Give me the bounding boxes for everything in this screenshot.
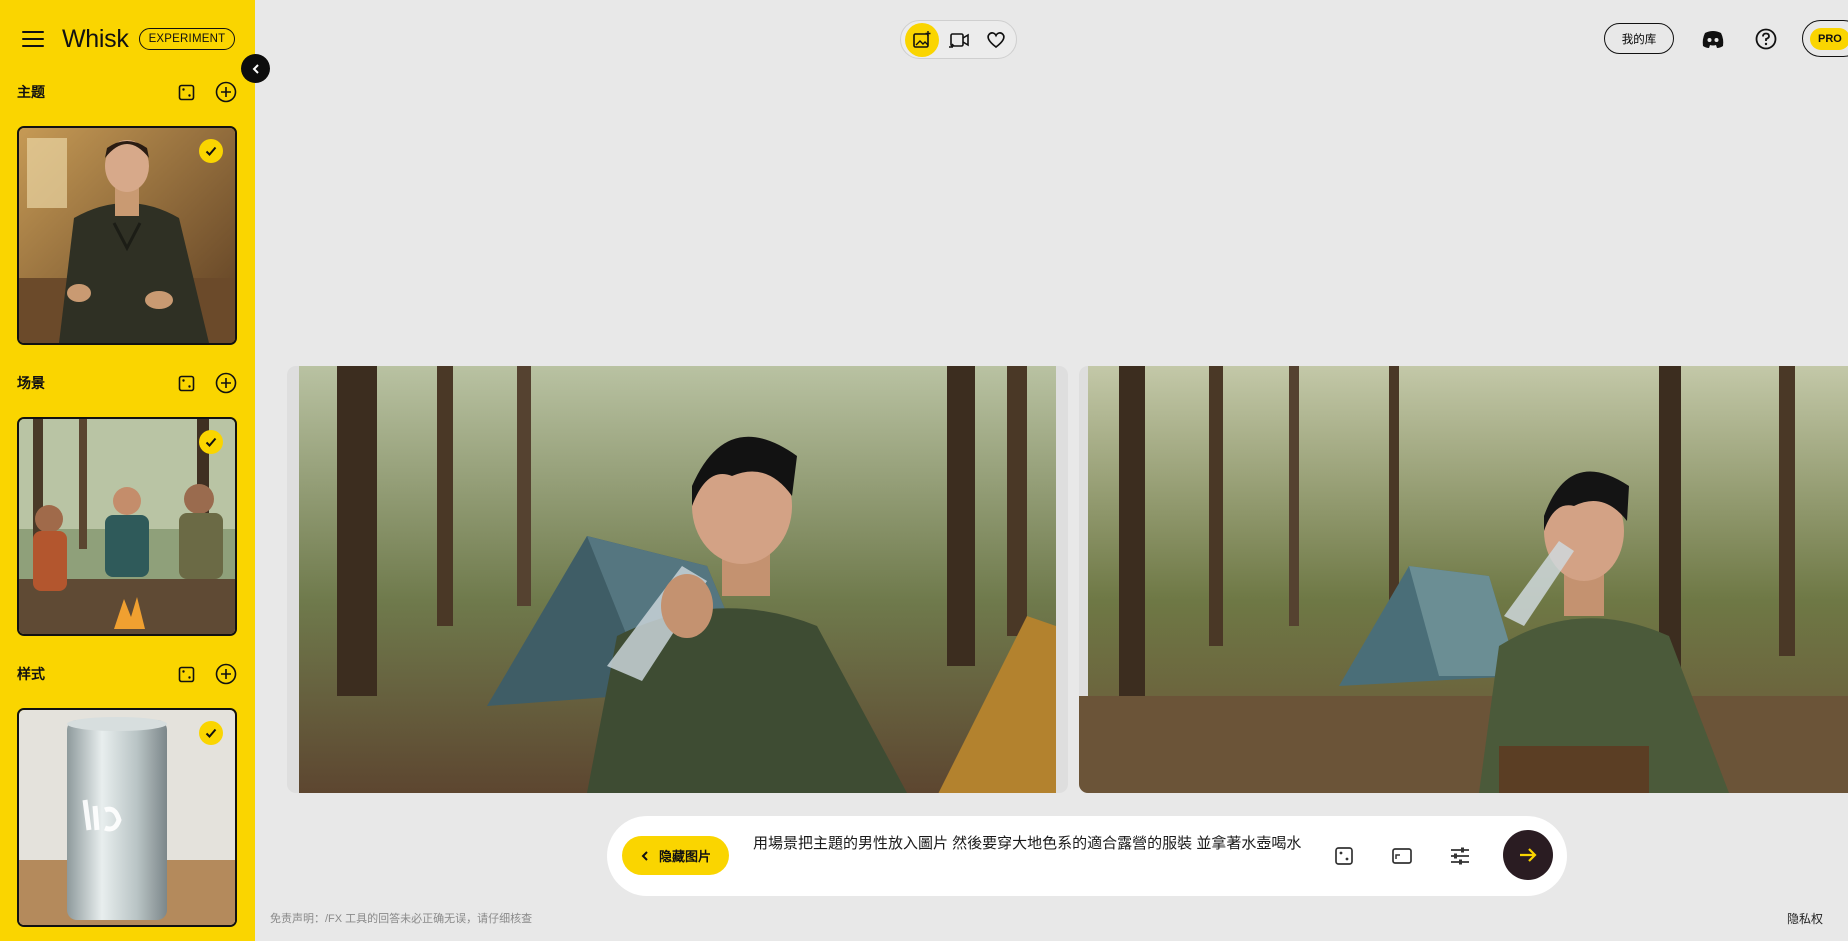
video-mode-icon[interactable] (942, 23, 976, 57)
submit-button[interactable] (1503, 830, 1553, 880)
result-image-1[interactable] (287, 366, 1068, 793)
sidebar: Whisk EXPERIMENT 主题 场景 样式 (0, 0, 255, 941)
settings-sliders-icon[interactable] (1448, 844, 1472, 868)
hide-images-button[interactable]: 隐藏图片 (622, 836, 729, 875)
add-subject-icon[interactable] (215, 81, 237, 103)
dice-icon[interactable] (175, 81, 197, 103)
section-subject-header: 主题 (17, 80, 237, 104)
selected-check-icon (199, 430, 223, 454)
discord-icon[interactable] (1701, 27, 1725, 51)
result-image-2-picture (1079, 366, 1848, 793)
disclaimer-text: 免责声明：/FX 工具的回答未必正确无误，请仔细核查 (270, 913, 533, 925)
section-scene-header: 场景 (17, 371, 237, 395)
chevron-left-icon (641, 850, 648, 861)
pro-label: PRO (1810, 27, 1848, 50)
dice-icon[interactable] (175, 663, 197, 685)
chevron-left-icon (252, 63, 259, 74)
arrow-right-icon (1520, 848, 1537, 862)
selected-check-icon (199, 139, 223, 163)
library-button[interactable]: 我的库 (1604, 23, 1674, 54)
privacy-link[interactable]: 隐私权 (1787, 910, 1823, 927)
collapse-sidebar-button[interactable] (241, 54, 270, 83)
pro-button[interactable]: PRO (1802, 20, 1848, 57)
section-style-title: 样式 (17, 666, 45, 682)
section-subject-title: 主题 (17, 84, 45, 100)
favorites-icon[interactable] (979, 23, 1013, 57)
brand-header: Whisk EXPERIMENT (22, 22, 236, 56)
brand-name: Whisk (62, 24, 129, 53)
prompt-input[interactable]: 用場景把主題的男性放入圖片 然後要穿大地色系的適合露營的服裝 並拿著水壺喝水 (753, 835, 1313, 852)
add-style-icon[interactable] (215, 663, 237, 685)
experiment-badge: EXPERIMENT (138, 28, 236, 50)
menu-icon[interactable] (22, 31, 44, 47)
aspect-ratio-icon[interactable] (1390, 844, 1414, 868)
add-scene-icon[interactable] (215, 372, 237, 394)
section-style-header: 样式 (17, 662, 237, 686)
scene-card[interactable] (17, 417, 237, 636)
mode-switch (900, 20, 1017, 59)
result-image-2[interactable] (1079, 366, 1848, 793)
subject-card[interactable] (17, 126, 237, 345)
result-image-1-picture (299, 366, 1056, 793)
section-scene-title: 场景 (17, 375, 45, 391)
hide-images-label: 隐藏图片 (658, 849, 711, 864)
prompt-bar: 隐藏图片 用場景把主題的男性放入圖片 然後要穿大地色系的適合露營的服裝 並拿著水… (607, 816, 1567, 896)
selected-check-icon (199, 721, 223, 745)
dice-icon[interactable] (1332, 844, 1356, 868)
dice-icon[interactable] (175, 372, 197, 394)
help-icon[interactable] (1754, 27, 1778, 51)
style-card[interactable] (17, 708, 237, 927)
image-mode-icon[interactable] (905, 22, 939, 57)
